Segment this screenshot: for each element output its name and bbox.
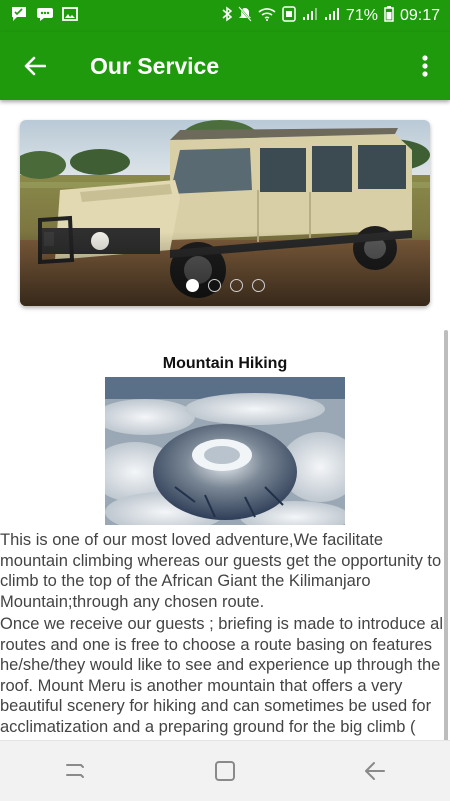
carousel-dot[interactable] xyxy=(207,279,221,292)
carousel-indicators xyxy=(20,279,430,292)
signal-icon xyxy=(324,7,340,26)
scrollbar[interactable] xyxy=(444,330,448,740)
carousel-dot[interactable] xyxy=(185,279,199,292)
recent-apps-icon xyxy=(66,764,84,778)
service-paragraph: Once we receive our guests ; briefing is… xyxy=(0,615,447,740)
app-bar: Our Service xyxy=(0,32,450,100)
more-vert-icon xyxy=(422,55,428,77)
image-carousel[interactable] xyxy=(20,120,430,306)
back-button[interactable] xyxy=(0,32,70,100)
data-saver-icon xyxy=(282,5,296,27)
bluetooth-icon xyxy=(222,6,233,27)
mute-icon xyxy=(238,5,252,27)
status-bar: 71% 09:17 xyxy=(0,0,450,32)
service-content[interactable]: Mountain Hiking This is one of our most … xyxy=(0,100,450,740)
chat-icon xyxy=(10,6,28,27)
system-nav-bar xyxy=(0,740,450,801)
service-heading: Mountain Hiking xyxy=(162,355,288,372)
battery-icon xyxy=(384,5,394,27)
arrow-back-icon xyxy=(24,56,46,76)
recent-apps-button[interactable] xyxy=(45,741,105,801)
mountain-image xyxy=(105,377,345,525)
home-button[interactable] xyxy=(195,741,255,801)
wifi-icon xyxy=(258,7,276,26)
service-paragraph: This is one of our most loved adventure,… xyxy=(0,531,442,611)
carousel-dot[interactable] xyxy=(251,279,265,292)
overflow-menu-button[interactable] xyxy=(400,32,450,100)
message-icon xyxy=(36,6,54,27)
nav-back-button[interactable] xyxy=(345,741,405,801)
home-icon xyxy=(215,761,235,781)
battery-percent: 71% xyxy=(345,7,378,24)
carousel-dot[interactable] xyxy=(229,279,243,292)
clock: 09:17 xyxy=(399,7,440,24)
back-icon xyxy=(365,762,385,780)
page-title: Our Service xyxy=(90,52,220,79)
signal-icon xyxy=(302,7,318,26)
image-icon xyxy=(62,6,78,26)
